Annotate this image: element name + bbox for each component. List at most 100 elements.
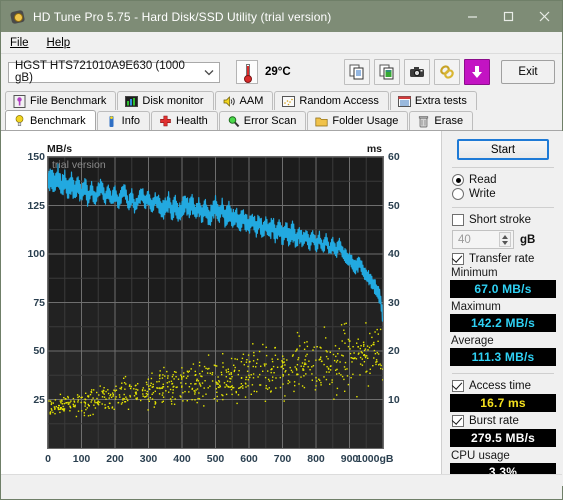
chart-xtick-300: 300 (139, 453, 158, 465)
folder-icon (315, 117, 328, 126)
chart-y2tick-50: 50 (388, 199, 400, 212)
minimum-label: Minimum (451, 267, 498, 279)
thermometer-icon (236, 60, 258, 84)
benchmark-chart: MB/s ms trial version 25 50 75 100 125 150 10… (21, 143, 431, 478)
chart-ytick-75: 75 (33, 296, 45, 309)
checkbox-transfer-rate-label: Transfer rate (469, 253, 535, 265)
tab-extra-tests-label: Extra tests (414, 95, 467, 107)
drive-select-value: HGST HTS721010A9E630 (1000 gB) (15, 60, 185, 84)
copy-text-icon[interactable] (344, 59, 370, 85)
tab-benchmark-label: Benchmark (30, 114, 86, 127)
tab-info-label: Info (121, 115, 140, 127)
close-icon[interactable] (526, 1, 562, 32)
tab-error-scan-label: Error Scan (243, 115, 297, 127)
exit-button-label: Exit (518, 66, 538, 78)
short-stroke-stepper-row: 40 gB (452, 230, 556, 249)
divider-3 (452, 373, 554, 374)
bulb-icon (15, 115, 24, 127)
access-time-value: 16.7 ms (450, 394, 556, 412)
chart-canvas (48, 157, 383, 448)
chart-plot-area: trial version (47, 156, 384, 449)
chart-xtick-400: 400 (173, 453, 191, 465)
checkbox-burst-rate[interactable]: Burst rate (452, 415, 556, 427)
trash-icon (419, 115, 429, 127)
chart-y2tick-10: 10 (388, 393, 400, 406)
checkbox-transfer-rate[interactable]: Transfer rate (452, 253, 556, 265)
file-benchmark-icon (13, 94, 26, 108)
health-cross-icon (160, 115, 171, 126)
hd-tune-window: HD Tune Pro 5.75 - Hard Disk/SSD Utility… (0, 0, 563, 500)
extra-tests-icon (397, 95, 411, 107)
chart-ytick-50: 50 (33, 345, 45, 357)
chart-y2tick-40: 40 (388, 248, 400, 260)
menu-help-label: Help (46, 36, 71, 49)
exit-button[interactable]: Exit (501, 60, 555, 84)
burst-rate-value: 279.5 MB/s (450, 429, 556, 447)
average-label: Average (451, 335, 494, 347)
tab-aam-label: AAM (239, 95, 264, 107)
control-panel: Start Read Write Short stroke 40 gB Tran… (441, 131, 563, 486)
hard-disk-icon (9, 9, 26, 25)
start-button[interactable]: Start (457, 139, 549, 160)
tab-info[interactable]: Info (96, 111, 150, 130)
copy-image-icon[interactable] (374, 59, 400, 85)
short-stroke-value: 40 (458, 233, 471, 246)
stepper-arrows-icon[interactable] (499, 232, 511, 247)
chart-xtick-200: 200 (106, 453, 124, 465)
speaker-icon (223, 95, 235, 107)
chart-ylabel: MB/s (47, 143, 73, 155)
tab-error-scan[interactable]: Error Scan (218, 111, 307, 130)
tab-row-secondary: File Benchmark Disk monitor AAM Random A… (5, 90, 558, 110)
title-bar: HD Tune Pro 5.75 - Hard Disk/SSD Utility… (1, 1, 562, 32)
tab-random-access-label: Random Access (299, 95, 379, 107)
chart-ytick-150: 150 (27, 151, 45, 163)
checkbox-burst-rate-label: Burst rate (469, 415, 519, 427)
tab-bar: File Benchmark Disk monitor AAM Random A… (1, 90, 562, 130)
chart-xtick-600: 600 (240, 453, 258, 465)
menu-file-label: File (10, 36, 29, 49)
tab-benchmark[interactable]: Benchmark (5, 110, 96, 130)
menu-file[interactable]: File (1, 35, 38, 51)
chart-y2tick-60: 60 (388, 151, 400, 163)
tab-row-primary: Benchmark Info Health Error Scan Folder … (5, 110, 558, 130)
magnifier-icon (228, 115, 240, 127)
tab-health[interactable]: Health (151, 111, 218, 130)
info-icon (109, 115, 114, 127)
menu-help[interactable]: Help (38, 35, 80, 51)
short-stroke-stepper[interactable]: 40 (452, 230, 514, 249)
chart-xtick-700: 700 (273, 453, 292, 465)
download-arrow-icon[interactable] (464, 59, 490, 85)
tab-file-benchmark[interactable]: File Benchmark (5, 91, 117, 110)
checkbox-short-stroke-icon (452, 214, 464, 226)
tab-folder-usage[interactable]: Folder Usage (307, 111, 409, 130)
radio-read[interactable]: Read (452, 174, 556, 186)
radio-write-icon (452, 188, 464, 200)
menu-bar: File Help (1, 32, 562, 54)
chart-xtick-0: 0 (45, 453, 51, 465)
temperature-value: 29°C (265, 66, 291, 78)
camera-icon[interactable] (404, 59, 430, 85)
tab-health-label: Health (176, 115, 208, 127)
tab-extra-tests[interactable]: Extra tests (389, 91, 477, 110)
tab-aam[interactable]: AAM (214, 91, 274, 110)
divider-2 (452, 207, 554, 208)
short-stroke-unit: gB (520, 233, 536, 246)
trial-watermark: trial version (52, 159, 106, 171)
chevron-down-icon (203, 66, 215, 78)
checkbox-short-stroke[interactable]: Short stroke (452, 214, 556, 226)
chain-link-icon[interactable] (434, 59, 460, 85)
checkbox-access-time[interactable]: Access time (452, 380, 556, 392)
radio-read-label: Read (469, 174, 497, 186)
radio-write[interactable]: Write (452, 188, 556, 200)
minimize-icon[interactable] (454, 1, 490, 32)
random-access-icon (282, 95, 296, 107)
maximize-icon[interactable] (490, 1, 526, 32)
chart-ytick-25: 25 (33, 393, 45, 406)
average-value: 111.3 MB/s (450, 348, 556, 366)
cpu-usage-label: CPU usage (451, 450, 510, 462)
drive-select[interactable]: HGST HTS721010A9E630 (1000 gB) (8, 60, 220, 84)
tab-random-access[interactable]: Random Access (274, 91, 389, 110)
tab-disk-monitor[interactable]: Disk monitor (117, 91, 214, 110)
tab-erase[interactable]: Erase (409, 111, 474, 130)
bar-chart-icon (125, 95, 139, 107)
